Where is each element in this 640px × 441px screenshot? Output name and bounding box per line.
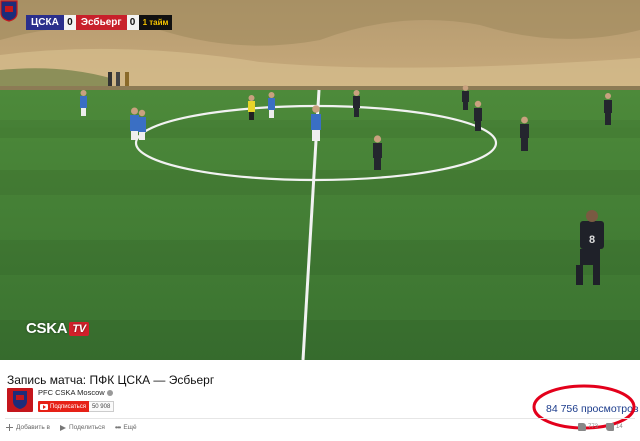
thumbs-down-icon [606, 423, 615, 431]
svg-text:8: 8 [589, 234, 595, 246]
rating-bar: 773 14 [578, 423, 623, 431]
share-label: Поделиться [69, 424, 105, 431]
subscribe-button[interactable]: Подписаться 50 908 [38, 401, 115, 412]
player [474, 100, 482, 131]
subscribe-label: Подписаться [50, 403, 86, 410]
club-crest-icon [0, 0, 18, 22]
club-crest-icon [13, 391, 27, 409]
referee [248, 95, 255, 120]
plus-icon [6, 424, 13, 431]
add-to-label: Добавить в [16, 424, 50, 431]
player [130, 107, 139, 140]
home-team: ЦСКА [26, 15, 64, 30]
share-icon [60, 424, 66, 431]
match-period: 1 тайм [138, 15, 173, 30]
youtube-icon [40, 403, 48, 410]
player [138, 109, 146, 140]
match-frame: 8 [0, 0, 640, 360]
video-player[interactable]: 8 ЦСКА 0 Эсбьерг 0 1 тайм CSKA TV [0, 0, 640, 360]
channel-name-text: PFC CSKA Moscow [38, 388, 105, 397]
spectators [108, 72, 129, 86]
dislike-count: 14 [616, 424, 623, 430]
player [353, 90, 360, 117]
more-button[interactable]: ••• Ещё [115, 423, 137, 432]
home-score: 0 [63, 15, 76, 30]
add-to-button[interactable]: Добавить в [6, 423, 50, 432]
thumbs-up-icon [578, 423, 586, 431]
away-team: Эсбьерг [75, 15, 127, 30]
divider [5, 418, 635, 419]
subscriber-count: 50 908 [88, 401, 115, 412]
dislike-button[interactable]: 14 [606, 423, 623, 431]
logo-tv: TV [69, 321, 89, 336]
like-count: 773 [588, 424, 599, 430]
player [373, 135, 382, 170]
like-button[interactable]: 773 [578, 423, 598, 431]
scoreboard: ЦСКА 0 Эсбьерг 0 1 тайм [26, 15, 173, 30]
cska-tv-logo: CSKA TV [26, 320, 89, 337]
channel-name[interactable]: PFC CSKA Moscow [38, 388, 113, 397]
logo-text: CSKA [26, 320, 68, 337]
action-bar: Добавить в Поделиться ••• Ещё [6, 423, 137, 432]
channel-avatar[interactable] [7, 388, 33, 412]
player [80, 90, 87, 116]
share-button[interactable]: Поделиться [60, 423, 105, 432]
away-score: 0 [126, 15, 139, 30]
more-icon: ••• [114, 423, 121, 432]
video-title: Запись матча: ПФК ЦСКА — Эсбьерг [7, 373, 215, 387]
player [462, 85, 469, 110]
subscribe-label-box[interactable]: Подписаться [38, 401, 89, 412]
verified-icon [106, 389, 113, 396]
player [268, 92, 275, 118]
more-label: Ещё [123, 424, 137, 431]
